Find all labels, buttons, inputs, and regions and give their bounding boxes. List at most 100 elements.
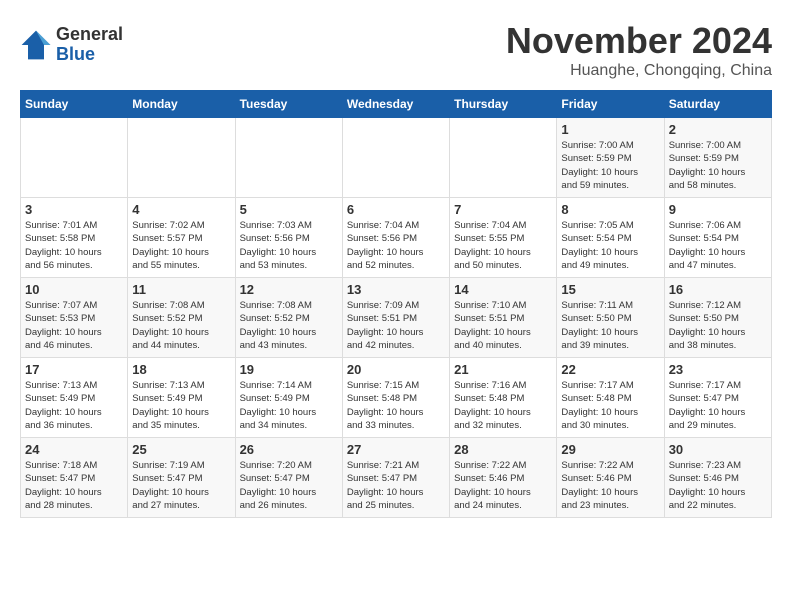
calendar-cell: 10 Sunrise: 7:07 AM Sunset: 5:53 PM Dayli… (21, 278, 128, 358)
day-info: Sunrise: 7:19 AM Sunset: 5:47 PM Dayligh… (132, 459, 230, 512)
calendar-cell: 29Sunrise: 7:22 AM Sunset: 5:46 PM Dayli… (557, 438, 664, 518)
calendar-cell (128, 118, 235, 198)
day-number: 26 (240, 442, 338, 457)
day-info: Sunrise: 7:14 AM Sunset: 5:49 PM Dayligh… (240, 379, 338, 432)
calendar-week-row: 24 Sunrise: 7:18 AM Sunset: 5:47 PM Dayli… (21, 438, 772, 518)
day-info: Sunrise: 7:13 AM Sunset: 5:49 PM Dayligh… (25, 379, 123, 432)
day-info: Sunrise: 7:06 AM Sunset: 5:54 PM Dayligh… (669, 219, 767, 272)
day-number: 6 (347, 202, 445, 217)
day-info: Sunrise: 7:16 AM Sunset: 5:48 PM Dayligh… (454, 379, 552, 432)
day-number: 28 (454, 442, 552, 457)
calendar-cell: 1Sunrise: 7:00 AM Sunset: 5:59 PM Daylig… (557, 118, 664, 198)
calendar-cell: 19 Sunrise: 7:14 AM Sunset: 5:49 PM Dayli… (235, 358, 342, 438)
day-info: Sunrise: 7:12 AM Sunset: 5:50 PM Dayligh… (669, 299, 767, 352)
day-number: 21 (454, 362, 552, 377)
day-number: 12 (240, 282, 338, 297)
calendar-cell: 24 Sunrise: 7:18 AM Sunset: 5:47 PM Dayli… (21, 438, 128, 518)
day-number: 3 (25, 202, 123, 217)
weekday-header: Tuesday (235, 91, 342, 118)
day-info: Sunrise: 7:21 AM Sunset: 5:47 PM Dayligh… (347, 459, 445, 512)
day-info: Sunrise: 7:22 AM Sunset: 5:46 PM Dayligh… (561, 459, 659, 512)
day-info: Sunrise: 7:09 AM Sunset: 5:51 PM Dayligh… (347, 299, 445, 352)
day-info: Sunrise: 7:04 AM Sunset: 5:56 PM Dayligh… (347, 219, 445, 272)
calendar-cell: 15Sunrise: 7:11 AM Sunset: 5:50 PM Dayli… (557, 278, 664, 358)
calendar-week-row: 10 Sunrise: 7:07 AM Sunset: 5:53 PM Dayli… (21, 278, 772, 358)
calendar-cell: 25Sunrise: 7:19 AM Sunset: 5:47 PM Dayli… (128, 438, 235, 518)
day-info: Sunrise: 7:04 AM Sunset: 5:55 PM Dayligh… (454, 219, 552, 272)
day-number: 7 (454, 202, 552, 217)
day-number: 5 (240, 202, 338, 217)
day-number: 10 (25, 282, 123, 297)
month-title: November 2024 (506, 20, 772, 62)
calendar-cell: 28 Sunrise: 7:22 AM Sunset: 5:46 PM Dayli… (450, 438, 557, 518)
day-info: Sunrise: 7:00 AM Sunset: 5:59 PM Dayligh… (669, 139, 767, 192)
calendar-cell (450, 118, 557, 198)
day-info: Sunrise: 7:18 AM Sunset: 5:47 PM Dayligh… (25, 459, 123, 512)
calendar-cell: 3 Sunrise: 7:01 AM Sunset: 5:58 PM Daylig… (21, 198, 128, 278)
day-number: 16 (669, 282, 767, 297)
day-info: Sunrise: 7:11 AM Sunset: 5:50 PM Dayligh… (561, 299, 659, 352)
weekday-header: Monday (128, 91, 235, 118)
day-number: 20 (347, 362, 445, 377)
calendar-cell: 17 Sunrise: 7:13 AM Sunset: 5:49 PM Dayli… (21, 358, 128, 438)
calendar-cell: 14Sunrise: 7:10 AM Sunset: 5:51 PM Dayli… (450, 278, 557, 358)
day-number: 2 (669, 122, 767, 137)
day-info: Sunrise: 7:08 AM Sunset: 5:52 PM Dayligh… (132, 299, 230, 352)
day-number: 17 (25, 362, 123, 377)
day-number: 24 (25, 442, 123, 457)
day-info: Sunrise: 7:22 AM Sunset: 5:46 PM Dayligh… (454, 459, 552, 512)
day-info: Sunrise: 7:05 AM Sunset: 5:54 PM Dayligh… (561, 219, 659, 272)
weekday-header: Saturday (664, 91, 771, 118)
calendar-cell: 16 Sunrise: 7:12 AM Sunset: 5:50 PM Dayli… (664, 278, 771, 358)
day-number: 30 (669, 442, 767, 457)
weekday-header-row: SundayMondayTuesdayWednesdayThursdayFrid… (21, 91, 772, 118)
day-number: 19 (240, 362, 338, 377)
calendar-cell: 27 Sunrise: 7:21 AM Sunset: 5:47 PM Dayli… (342, 438, 449, 518)
calendar-cell: 5 Sunrise: 7:03 AM Sunset: 5:56 PM Daylig… (235, 198, 342, 278)
calendar-cell: 2 Sunrise: 7:00 AM Sunset: 5:59 PM Daylig… (664, 118, 771, 198)
calendar-cell: 21 Sunrise: 7:16 AM Sunset: 5:48 PM Dayli… (450, 358, 557, 438)
weekday-header: Friday (557, 91, 664, 118)
day-info: Sunrise: 7:17 AM Sunset: 5:48 PM Dayligh… (561, 379, 659, 432)
logo: General Blue (20, 25, 123, 65)
calendar-cell: 18 Sunrise: 7:13 AM Sunset: 5:49 PM Dayli… (128, 358, 235, 438)
calendar-cell: 8 Sunrise: 7:05 AM Sunset: 5:54 PM Daylig… (557, 198, 664, 278)
day-number: 4 (132, 202, 230, 217)
day-info: Sunrise: 7:03 AM Sunset: 5:56 PM Dayligh… (240, 219, 338, 272)
day-info: Sunrise: 7:17 AM Sunset: 5:47 PM Dayligh… (669, 379, 767, 432)
day-info: Sunrise: 7:07 AM Sunset: 5:53 PM Dayligh… (25, 299, 123, 352)
weekday-header: Sunday (21, 91, 128, 118)
logo-general: General (56, 25, 123, 45)
day-number: 11 (132, 282, 230, 297)
calendar-table: SundayMondayTuesdayWednesdayThursdayFrid… (20, 90, 772, 518)
day-info: Sunrise: 7:00 AM Sunset: 5:59 PM Dayligh… (561, 139, 659, 192)
day-number: 8 (561, 202, 659, 217)
calendar-cell: 4 Sunrise: 7:02 AM Sunset: 5:57 PM Daylig… (128, 198, 235, 278)
calendar-cell: 22 Sunrise: 7:17 AM Sunset: 5:48 PM Dayli… (557, 358, 664, 438)
day-number: 22 (561, 362, 659, 377)
weekday-header: Wednesday (342, 91, 449, 118)
calendar-week-row: 1Sunrise: 7:00 AM Sunset: 5:59 PM Daylig… (21, 118, 772, 198)
day-number: 23 (669, 362, 767, 377)
day-number: 27 (347, 442, 445, 457)
day-number: 18 (132, 362, 230, 377)
day-number: 14 (454, 282, 552, 297)
logo-blue: Blue (56, 45, 123, 65)
calendar-cell: 30Sunrise: 7:23 AM Sunset: 5:46 PM Dayli… (664, 438, 771, 518)
calendar-cell: 7 Sunrise: 7:04 AM Sunset: 5:55 PM Daylig… (450, 198, 557, 278)
calendar-cell (235, 118, 342, 198)
calendar-cell (21, 118, 128, 198)
day-info: Sunrise: 7:02 AM Sunset: 5:57 PM Dayligh… (132, 219, 230, 272)
day-info: Sunrise: 7:13 AM Sunset: 5:49 PM Dayligh… (132, 379, 230, 432)
calendar-week-row: 3 Sunrise: 7:01 AM Sunset: 5:58 PM Daylig… (21, 198, 772, 278)
title-block: November 2024 Huanghe, Chongqing, China (506, 20, 772, 80)
weekday-header: Thursday (450, 91, 557, 118)
day-info: Sunrise: 7:01 AM Sunset: 5:58 PM Dayligh… (25, 219, 123, 272)
calendar-week-row: 17 Sunrise: 7:13 AM Sunset: 5:49 PM Dayli… (21, 358, 772, 438)
logo-icon (20, 29, 52, 61)
calendar-cell: 9Sunrise: 7:06 AM Sunset: 5:54 PM Daylig… (664, 198, 771, 278)
calendar-cell: 23 Sunrise: 7:17 AM Sunset: 5:47 PM Dayli… (664, 358, 771, 438)
logo-text: General Blue (56, 25, 123, 65)
location: Huanghe, Chongqing, China (506, 62, 772, 80)
calendar-cell: 11 Sunrise: 7:08 AM Sunset: 5:52 PM Dayli… (128, 278, 235, 358)
